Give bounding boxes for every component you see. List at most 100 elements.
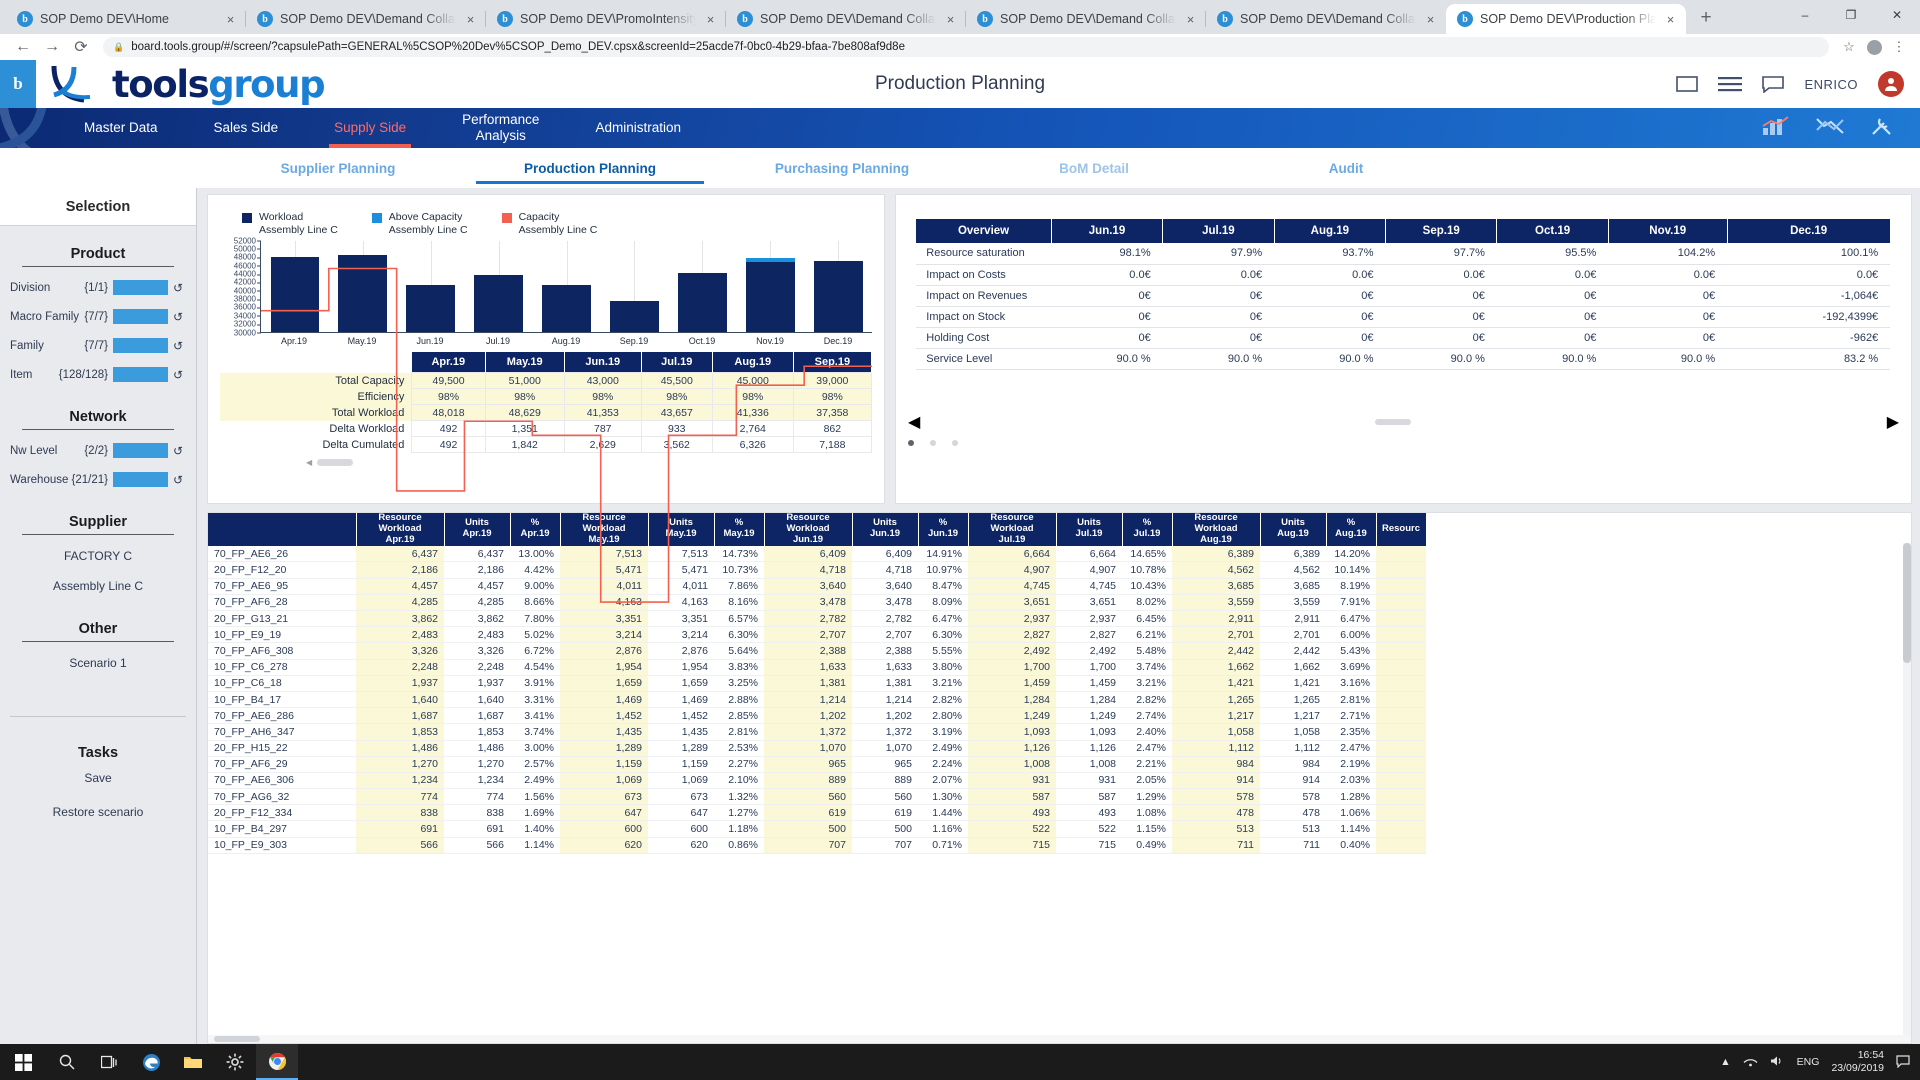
address-bar[interactable]: 🔒 board.tools.group/#/screen/?capsulePat… <box>103 37 1829 57</box>
tab-close-icon[interactable]: × <box>1183 12 1198 27</box>
scroll-thumb[interactable] <box>1903 543 1911 663</box>
legend-item-workload[interactable]: Workload Assembly Line C <box>242 211 338 237</box>
reset-icon[interactable]: ↺ <box>170 339 186 353</box>
filter-selector[interactable] <box>113 309 168 324</box>
notifications-icon[interactable] <box>1896 1054 1910 1071</box>
close-window-icon[interactable]: ✕ <box>1874 0 1920 30</box>
clock[interactable]: 16:54 23/09/2019 <box>1831 1049 1884 1075</box>
browser-tab[interactable]: b SOP Demo DEV\Demand Collabo × <box>726 4 966 34</box>
volume-icon[interactable] <box>1770 1055 1785 1070</box>
filter-selector[interactable] <box>113 443 168 458</box>
filter-row-warehouse[interactable]: Warehouse {21/21} ↺ <box>10 465 186 494</box>
supplier-item-factory-c[interactable]: FACTORY C <box>10 541 186 571</box>
carousel-dot-3[interactable] <box>952 440 958 446</box>
browser-tab[interactable]: b SOP Demo DEV\Demand Collabo × <box>1206 4 1446 34</box>
filter-row-nw-level[interactable]: Nw Level {2/2} ↺ <box>10 436 186 465</box>
language-indicator[interactable]: ENG <box>1797 1056 1820 1068</box>
legend-item-capacity[interactable]: Capacity Assembly Line C <box>502 211 598 237</box>
reset-icon[interactable]: ↺ <box>170 310 186 324</box>
comment-icon[interactable] <box>1762 76 1784 93</box>
browser-tab[interactable]: b SOP Demo DEV\Demand Collabo × <box>966 4 1206 34</box>
browser-menu-icon[interactable]: ⋮ <box>1888 39 1910 55</box>
cell: 97.9% <box>1163 243 1274 264</box>
tab-close-icon[interactable]: × <box>1663 12 1678 27</box>
start-button[interactable] <box>0 1044 46 1080</box>
explorer-icon[interactable] <box>172 1044 214 1080</box>
task-restore-scenario[interactable]: Restore scenario <box>10 795 186 829</box>
tab-close-icon[interactable]: × <box>943 12 958 27</box>
filter-row-family[interactable]: Family {7/7} ↺ <box>10 331 186 360</box>
filter-row-item[interactable]: Item {128/128} ↺ <box>10 360 186 389</box>
bookmark-star-icon[interactable]: ☆ <box>1838 39 1860 55</box>
carousel-dot-1[interactable] <box>908 440 914 446</box>
maximize-icon[interactable]: ❐ <box>1828 0 1874 30</box>
new-tab-button[interactable]: + <box>1692 4 1720 32</box>
browser-tab[interactable]: b SOP Demo DEV\Home × <box>6 4 246 34</box>
search-icon[interactable] <box>46 1044 88 1080</box>
nav-item-supply-side[interactable]: Supply Side <box>306 108 434 148</box>
chevron-up-icon[interactable]: ▲ <box>1720 1056 1730 1068</box>
other-item-scenario-1[interactable]: Scenario 1 <box>10 648 186 678</box>
tab-bom-detail[interactable]: BoM Detail <box>968 148 1220 188</box>
filter-row-division[interactable]: Division {1/1} ↺ <box>10 273 186 302</box>
chrome-icon[interactable] <box>256 1044 298 1080</box>
browser-tab[interactable]: b SOP Demo DEV\Demand Collabo × <box>246 4 486 34</box>
filter-selector[interactable] <box>113 338 168 353</box>
filter-selector[interactable] <box>113 280 168 295</box>
tab-purchasing-planning[interactable]: Purchasing Planning <box>716 148 968 188</box>
tab-supplier-planning[interactable]: Supplier Planning <box>212 148 464 188</box>
scroll-thumb[interactable] <box>214 1036 260 1042</box>
nav-item-sales-side[interactable]: Sales Side <box>186 108 307 148</box>
reset-icon[interactable]: ↺ <box>170 444 186 458</box>
scroll-left-icon[interactable]: ◀ <box>908 412 920 432</box>
cell: 0€ <box>1608 306 1727 327</box>
window-icon[interactable] <box>1676 76 1698 92</box>
overview-hscrollbar[interactable]: ◀ ▶ <box>896 412 1911 432</box>
scroll-right-icon[interactable]: ▶ <box>1887 412 1899 432</box>
reset-icon[interactable]: ↺ <box>170 473 186 487</box>
filter-row-macro-family[interactable]: Macro Family {7/7} ↺ <box>10 302 186 331</box>
reset-icon[interactable]: ↺ <box>170 281 186 295</box>
tab-close-icon[interactable]: × <box>463 12 478 27</box>
task-view-icon[interactable] <box>88 1044 130 1080</box>
tab-close-icon[interactable]: × <box>223 12 238 27</box>
bar-chart-icon[interactable] <box>1762 116 1790 141</box>
supplier-item-assembly-line-c[interactable]: Assembly Line C <box>10 571 186 601</box>
scroll-track[interactable] <box>926 419 1880 425</box>
cell: 1,265 <box>1172 691 1260 707</box>
nav-item-performance-analysis[interactable]: Performance Analysis <box>434 108 567 148</box>
cell: 513 <box>1172 821 1260 837</box>
grid-vertical-scrollbar[interactable] <box>1903 543 1911 1043</box>
grid-horizontal-scrollbar[interactable] <box>208 1035 1911 1043</box>
profile-avatar[interactable] <box>1863 40 1885 55</box>
browser-tab-active[interactable]: b SOP Demo DEV\Production Plan × <box>1446 4 1686 34</box>
scroll-thumb[interactable] <box>1375 419 1411 425</box>
network-icon[interactable] <box>1743 1055 1758 1070</box>
reset-icon[interactable]: ↺ <box>170 368 186 382</box>
tab-close-icon[interactable]: × <box>703 12 718 27</box>
hamburger-icon[interactable] <box>1718 76 1742 92</box>
tab-close-icon[interactable]: × <box>1423 12 1438 27</box>
filter-selector[interactable] <box>113 472 168 487</box>
nav-item-administration[interactable]: Administration <box>567 108 709 148</box>
minimize-icon[interactable]: – <box>1782 0 1828 30</box>
filter-selector[interactable] <box>113 367 168 382</box>
legend-item-above-capacity[interactable]: Above Capacity Assembly Line C <box>372 211 468 237</box>
cell: 1,112 <box>1260 740 1326 756</box>
nav-item-master-data[interactable]: Master Data <box>56 108 186 148</box>
carousel-dot-2[interactable] <box>930 440 936 446</box>
tools-icon[interactable] <box>1870 115 1894 142</box>
tab-production-planning[interactable]: Production Planning <box>464 148 716 188</box>
forward-icon[interactable]: → <box>39 34 65 60</box>
cell: 0€ <box>1051 327 1162 348</box>
reload-icon[interactable]: ⟳ <box>68 34 94 60</box>
line-chart-icon[interactable] <box>1816 116 1844 141</box>
back-icon[interactable]: ← <box>10 34 36 60</box>
task-save[interactable]: Save <box>10 761 186 795</box>
tab-audit[interactable]: Audit <box>1220 148 1472 188</box>
edge-icon[interactable] <box>130 1044 172 1080</box>
avatar[interactable] <box>1878 71 1904 97</box>
browser-tab[interactable]: b SOP Demo DEV\PromoIntensity × <box>486 4 726 34</box>
cell: 493 <box>1056 805 1122 821</box>
settings-icon[interactable] <box>214 1044 256 1080</box>
